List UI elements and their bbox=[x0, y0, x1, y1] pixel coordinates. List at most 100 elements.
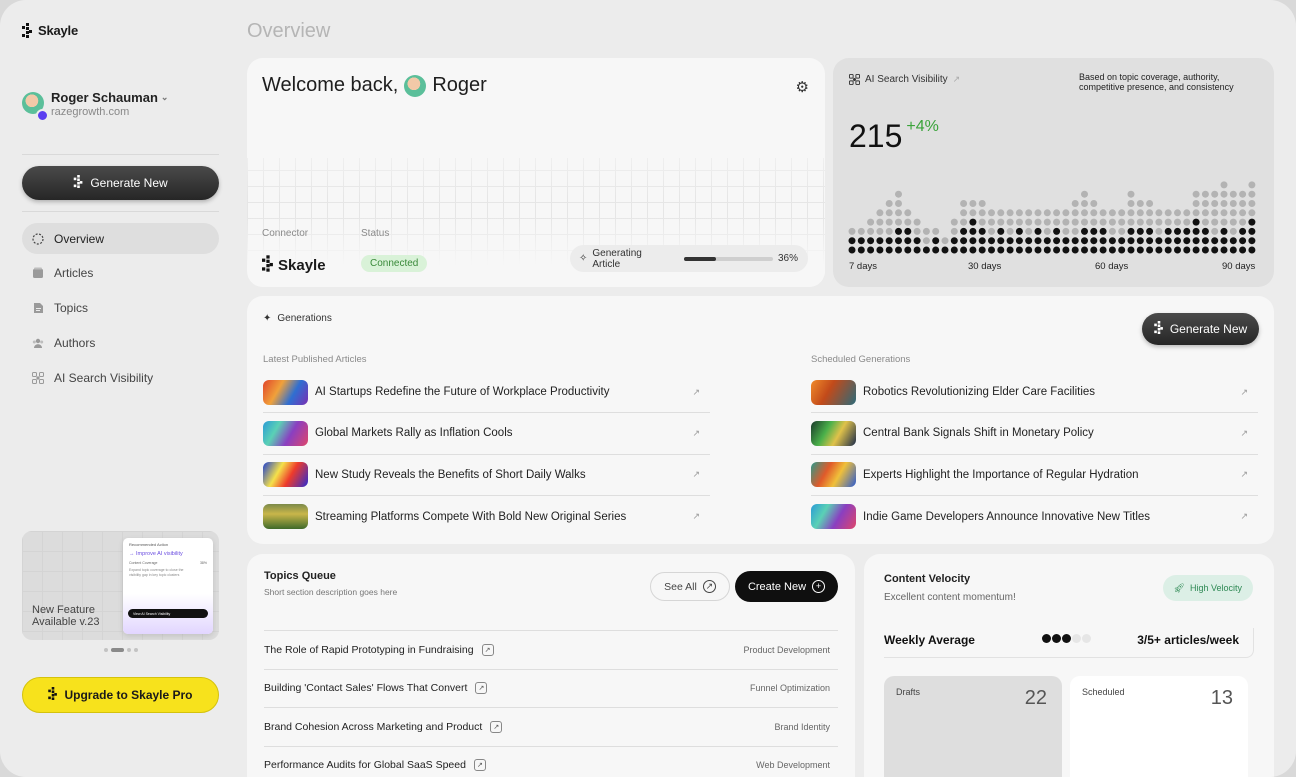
external-link-icon[interactable]: ↗ bbox=[1240, 511, 1248, 522]
content-velocity-panel: Content Velocity Excellent content momen… bbox=[864, 554, 1274, 777]
topic-category: Product Development bbox=[743, 644, 830, 655]
external-link-icon[interactable]: ↗ bbox=[1240, 428, 1248, 439]
external-link-icon[interactable]: ↗ bbox=[481, 643, 494, 656]
sidebar-item-articles[interactable]: Articles bbox=[22, 258, 219, 289]
visibility-dot-empty bbox=[1155, 209, 1163, 217]
generating-article-status[interactable]: ✧ Generating Article 36% bbox=[570, 245, 808, 272]
external-link-icon[interactable]: ↗ bbox=[692, 511, 700, 522]
article-thumbnail bbox=[811, 379, 856, 405]
list-item[interactable]: Experts Highlight the Importance of Regu… bbox=[811, 455, 1258, 496]
status-badge: Connected bbox=[361, 255, 428, 272]
visibility-dot-filled bbox=[978, 237, 986, 245]
list-item[interactable]: Global Markets Rally as Inflation Cools ↗ bbox=[263, 413, 710, 455]
visibility-dot-empty bbox=[1127, 209, 1135, 217]
create-new-button[interactable]: Create New + bbox=[735, 571, 838, 602]
carousel-dot-active[interactable] bbox=[111, 648, 124, 652]
carousel-dot[interactable] bbox=[134, 648, 138, 652]
visibility-dot-empty bbox=[1025, 209, 1033, 217]
progress-percent: 36% bbox=[777, 253, 798, 264]
external-link-icon[interactable]: ↗ bbox=[953, 74, 961, 85]
visibility-dot-empty bbox=[997, 209, 1005, 217]
visibility-dot-empty bbox=[1220, 181, 1228, 189]
external-link-icon[interactable]: ↗ bbox=[1240, 469, 1248, 480]
sparkle-icon: ✦ bbox=[263, 313, 272, 324]
list-item[interactable]: AI Startups Redefine the Future of Workp… bbox=[263, 372, 710, 414]
visibility-dot-empty bbox=[1127, 218, 1135, 226]
visibility-dot-empty bbox=[1090, 200, 1098, 207]
table-row[interactable]: The Role of Rapid Prototyping in Fundrai… bbox=[264, 631, 838, 670]
list-item[interactable]: Robotics Revolutionizing Elder Care Faci… bbox=[811, 372, 1258, 414]
carousel-dot[interactable] bbox=[127, 648, 131, 652]
carousel-dot[interactable] bbox=[104, 648, 108, 652]
visibility-dot-empty bbox=[1155, 227, 1163, 235]
table-row[interactable]: Brand Cohesion Across Marketing and Prod… bbox=[264, 708, 838, 747]
visibility-dot-empty bbox=[1220, 200, 1228, 207]
article-title: AI Startups Redefine the Future of Workp… bbox=[315, 386, 610, 399]
list-item[interactable]: Central Bank Signals Shift in Monetary P… bbox=[811, 413, 1258, 455]
feature-card-row-value: 38% bbox=[199, 561, 207, 565]
visibility-dot-filled bbox=[857, 246, 865, 254]
external-link-icon[interactable]: ↗ bbox=[490, 720, 503, 733]
sidebar-item-label: Overview bbox=[54, 231, 105, 246]
visibility-dot-empty bbox=[1090, 218, 1098, 226]
visibility-dot-filled bbox=[1118, 246, 1126, 254]
sidebar-item-authors[interactable]: Authors bbox=[22, 327, 219, 358]
external-link-icon[interactable]: ↗ bbox=[692, 428, 700, 439]
table-row[interactable]: Performance Audits for Global SaaS Speed… bbox=[264, 747, 838, 777]
visibility-title: AI Search Visibility bbox=[865, 74, 948, 85]
visibility-dot-empty bbox=[1099, 209, 1107, 217]
gear-icon[interactable]: ⚙ bbox=[796, 78, 809, 96]
visibility-dot-empty bbox=[1164, 209, 1172, 217]
article-thumbnail bbox=[811, 504, 856, 530]
user-name: Roger Schauman bbox=[51, 90, 158, 105]
new-feature-card[interactable]: New Feature Available v.23 Recommended A… bbox=[22, 531, 219, 640]
visibility-dot-filled bbox=[1192, 246, 1200, 254]
external-link-icon[interactable]: ↗ bbox=[692, 387, 700, 398]
visibility-dot-filled bbox=[1192, 218, 1200, 226]
generate-new-button[interactable]: Generate New bbox=[1142, 313, 1259, 345]
upgrade-button[interactable]: Upgrade to Skayle Pro bbox=[22, 677, 219, 713]
visibility-dot-filled bbox=[1155, 246, 1163, 254]
external-link-icon[interactable]: ↗ bbox=[1240, 387, 1248, 398]
scheduled-card[interactable]: Scheduled 13 bbox=[1070, 676, 1248, 777]
visibility-dot-empty bbox=[1071, 209, 1079, 217]
list-item[interactable]: Streaming Platforms Compete With Bold Ne… bbox=[263, 496, 710, 537]
sidebar-item-topics[interactable]: Topics bbox=[22, 293, 219, 324]
topics-icon bbox=[34, 303, 43, 314]
article-thumbnail bbox=[263, 420, 308, 446]
list-item[interactable]: New Study Reveals the Benefits of Short … bbox=[263, 455, 710, 496]
visibility-dot-filled bbox=[950, 246, 958, 254]
visibility-dot-empty bbox=[1053, 218, 1061, 226]
sidebar-generate-button[interactable]: Generate New bbox=[22, 166, 219, 200]
visibility-dot-filled bbox=[1034, 237, 1042, 245]
visibility-dot-empty bbox=[904, 209, 912, 217]
list-item[interactable]: Indie Game Developers Announce Innovativ… bbox=[811, 496, 1258, 537]
external-link-icon[interactable]: ↗ bbox=[692, 469, 700, 480]
ai-visibility-icon bbox=[32, 371, 44, 384]
user-switcher[interactable]: Roger Schauman ⌄ razegrowth.com bbox=[22, 90, 168, 122]
external-link-icon[interactable]: ↗ bbox=[473, 759, 486, 772]
sidebar-item-overview[interactable]: Overview bbox=[22, 223, 219, 254]
visibility-dot-filled bbox=[1127, 246, 1135, 254]
visibility-dot-empty bbox=[1248, 181, 1256, 189]
weekly-dot-empty bbox=[1082, 634, 1091, 643]
table-row[interactable]: Building 'Contact Sales' Flows That Conv… bbox=[264, 670, 838, 708]
feature-preview-card: Recommended Action → Improve AI visibili… bbox=[123, 538, 213, 634]
visibility-dot-empty bbox=[1211, 209, 1219, 217]
drafts-card[interactable]: Drafts 22 bbox=[884, 676, 1062, 777]
see-all-button[interactable]: See All ↗ bbox=[650, 572, 730, 601]
carousel-dots[interactable] bbox=[104, 648, 138, 652]
sidebar-item-ai-search-visibility[interactable]: AI Search Visibility bbox=[22, 362, 219, 393]
visibility-dot-filled bbox=[1146, 237, 1154, 245]
visibility-dot-empty bbox=[1183, 218, 1191, 226]
visibility-dot-empty bbox=[1118, 227, 1126, 235]
generations-panel: ✦ Generations Generate New Latest Publis… bbox=[247, 296, 1274, 544]
visibility-dot-filled bbox=[895, 237, 902, 245]
visibility-dot-empty bbox=[904, 218, 912, 226]
brand[interactable]: Skayle bbox=[22, 23, 78, 38]
visibility-dot-filled bbox=[932, 237, 940, 245]
velocity-title: Content Velocity bbox=[884, 573, 971, 585]
external-link-icon[interactable]: ↗ bbox=[475, 682, 488, 695]
see-all-label: See All bbox=[664, 580, 697, 593]
visibility-dot-filled bbox=[922, 246, 930, 254]
